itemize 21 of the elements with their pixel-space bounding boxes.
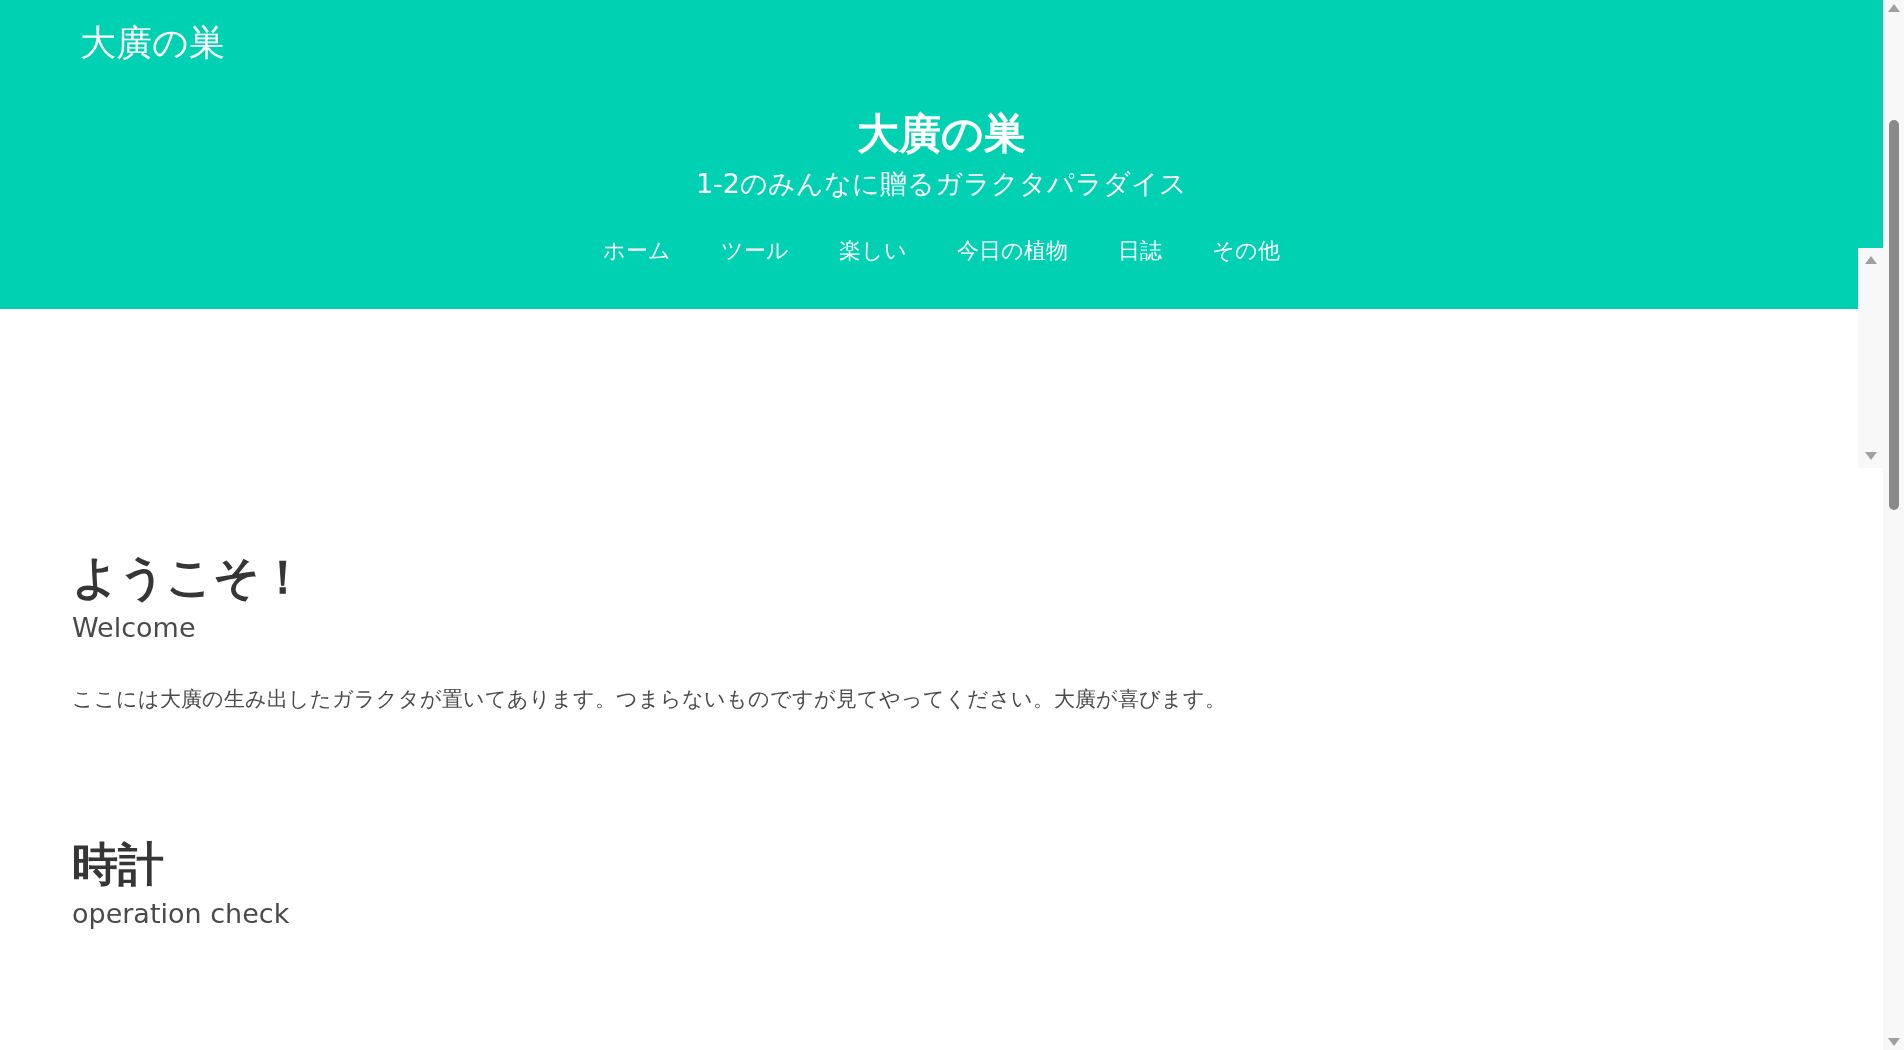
down-arrow-icon[interactable] [1864, 452, 1877, 460]
nav-link[interactable]: その他 [1200, 234, 1292, 268]
section-text: ここには大廣の生み出したガラクタが置いてあります。つまらないものですが見てやってください。大廣が喜びます。 [72, 686, 1227, 714]
section-subtitle: operation check [72, 897, 291, 931]
page-scrollbar[interactable] [1883, 0, 1904, 1050]
down-arrow-icon[interactable] [1887, 1038, 1900, 1046]
nav-link[interactable]: ツール [709, 234, 801, 268]
site-title: 大廣の巣 [857, 108, 1026, 160]
inner-scrollbar[interactable] [1858, 248, 1883, 468]
up-arrow-icon[interactable] [1864, 256, 1877, 264]
nav-link[interactable]: 今日の植物 [945, 234, 1080, 268]
scrollbar-thumb[interactable] [1888, 120, 1899, 510]
site-logo[interactable]: 大廣の巣 [80, 22, 225, 63]
section-subtitle: Welcome [72, 610, 197, 645]
nav-link[interactable]: ホーム [591, 234, 683, 268]
site-subtitle: 1-2のみんなに贈るガラクタパラダイス [695, 166, 1188, 201]
nav-link[interactable]: 楽しい [827, 234, 919, 268]
nav-link[interactable]: 日誌 [1106, 234, 1174, 268]
up-arrow-icon[interactable] [1887, 4, 1900, 12]
section-title: ようこそ！ [72, 549, 307, 606]
section-title: 時計 [72, 835, 165, 893]
